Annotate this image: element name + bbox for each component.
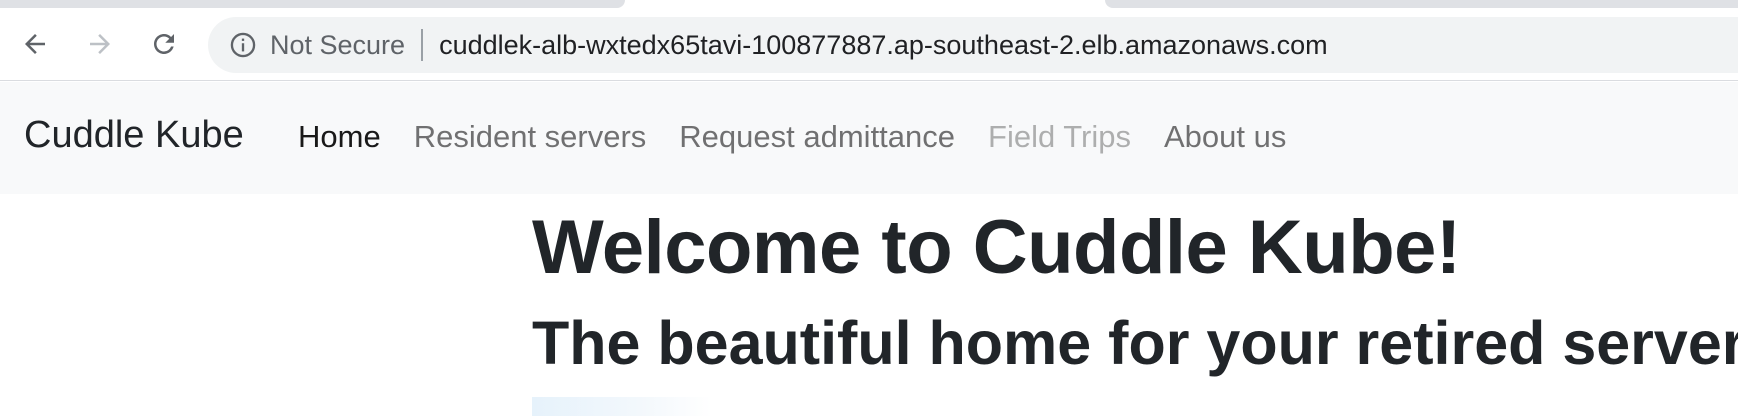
browser-tab-right[interactable] — [1105, 0, 1738, 8]
browser-toolbar: Not Secure cuddlek-alb-wxtedx65tavi-1008… — [0, 8, 1738, 81]
nav-link-field-trips: Field Trips — [988, 119, 1131, 154]
page-title: Welcome to Cuddle Kube! — [532, 205, 1461, 290]
address-divider — [421, 29, 424, 61]
info-circle-icon[interactable] — [228, 30, 258, 60]
nav-link-about-us[interactable]: About us — [1164, 119, 1286, 155]
page-subtitle: The beautiful home for your retired serv… — [532, 309, 1738, 377]
forward-button[interactable] — [80, 24, 120, 64]
arrow-right-icon — [90, 34, 110, 54]
nav-link-resident-servers[interactable]: Resident servers — [414, 119, 647, 155]
brand-link[interactable]: Cuddle Kube — [24, 114, 244, 157]
site-navbar: Cuddle Kube Home Resident servers Reques… — [0, 82, 1738, 194]
main-content: Welcome to Cuddle Kube! The beautiful ho… — [532, 194, 1738, 416]
hero-image — [532, 397, 712, 416]
nav-link-home[interactable]: Home — [298, 119, 381, 155]
browser-tab-left[interactable] — [0, 0, 625, 8]
back-button[interactable] — [15, 24, 55, 64]
nav-link-request-admittance[interactable]: Request admittance — [679, 119, 955, 155]
tab-strip — [0, 0, 1738, 8]
arrow-left-icon — [25, 34, 45, 54]
reload-button[interactable] — [144, 24, 184, 64]
reload-icon — [154, 34, 174, 54]
address-bar[interactable]: Not Secure cuddlek-alb-wxtedx65tavi-1008… — [208, 17, 1738, 73]
security-label[interactable]: Not Secure — [270, 30, 405, 61]
nav-links: Home Resident servers Request admittance… — [298, 119, 1286, 155]
url-text[interactable]: cuddlek-alb-wxtedx65tavi-100877887.ap-so… — [439, 30, 1328, 61]
